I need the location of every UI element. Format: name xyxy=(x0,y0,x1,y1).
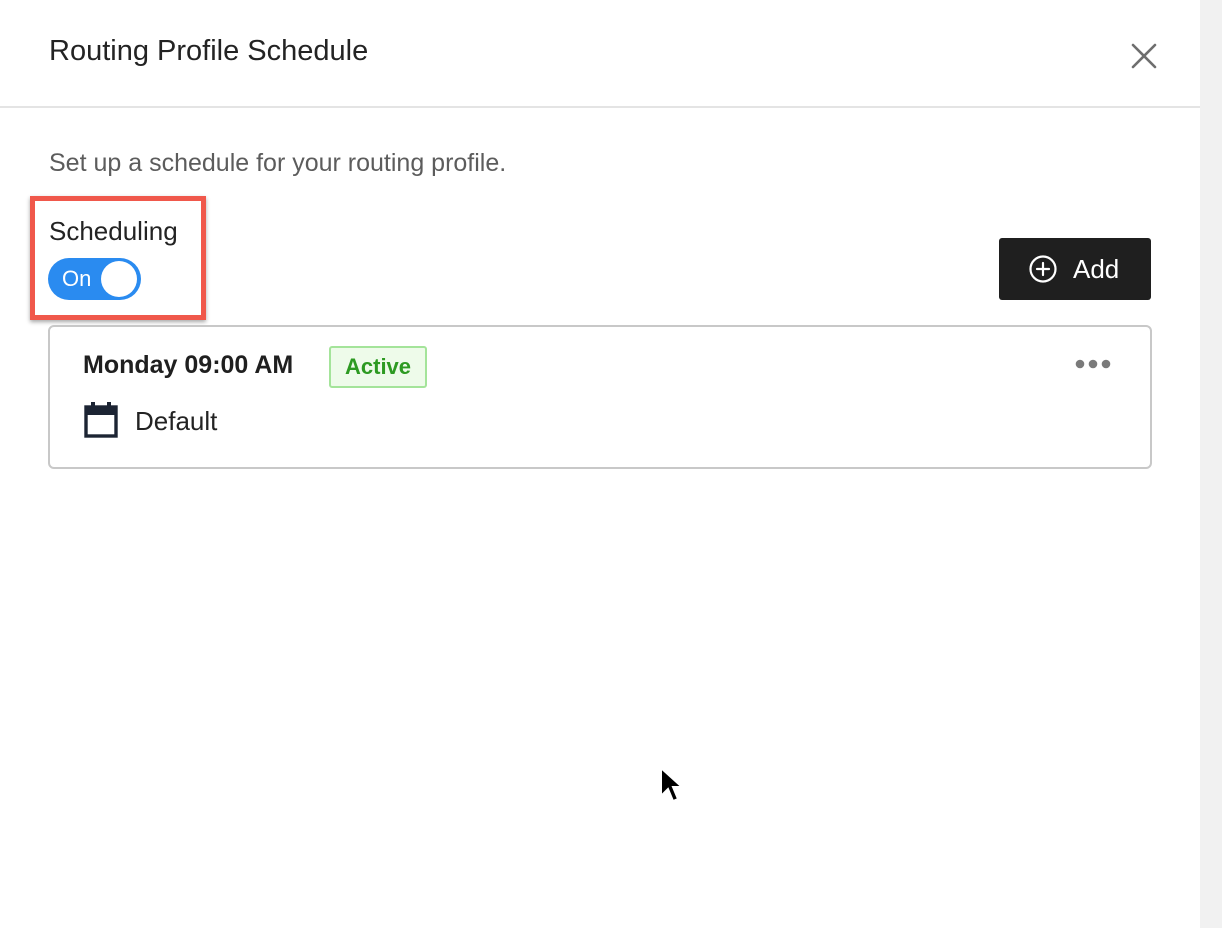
close-button[interactable] xyxy=(1125,37,1163,75)
scheduling-toggle[interactable]: On xyxy=(48,258,141,300)
panel-header: Routing Profile Schedule xyxy=(0,0,1200,108)
panel-description: Set up a schedule for your routing profi… xyxy=(49,149,507,177)
add-button-label: Add xyxy=(1073,254,1120,284)
schedule-profile-name: Default xyxy=(135,406,218,436)
page: Routing Profile Schedule Set up a schedu… xyxy=(0,0,1222,928)
schedule-card[interactable]: Monday 09:00 AM Active Default xyxy=(48,325,1152,469)
more-horizontal-icon xyxy=(1075,359,1111,369)
toggle-knob xyxy=(101,261,137,297)
scheduling-label: Scheduling xyxy=(49,216,178,246)
toggle-state-label: On xyxy=(62,266,92,291)
calendar-icon xyxy=(84,402,118,438)
close-icon xyxy=(1131,43,1157,69)
schedule-title: Monday 09:00 AM xyxy=(83,351,294,379)
more-options-button[interactable] xyxy=(1074,353,1114,375)
routing-profile-schedule-panel: Routing Profile Schedule Set up a schedu… xyxy=(0,0,1200,928)
scroll-gutter xyxy=(1200,0,1222,928)
status-badge: Active xyxy=(329,346,428,388)
add-schedule-button[interactable]: Add xyxy=(999,238,1151,300)
plus-circle-icon xyxy=(1029,255,1057,283)
mouse-pointer-icon xyxy=(660,766,684,803)
panel-title: Routing Profile Schedule xyxy=(49,35,369,67)
